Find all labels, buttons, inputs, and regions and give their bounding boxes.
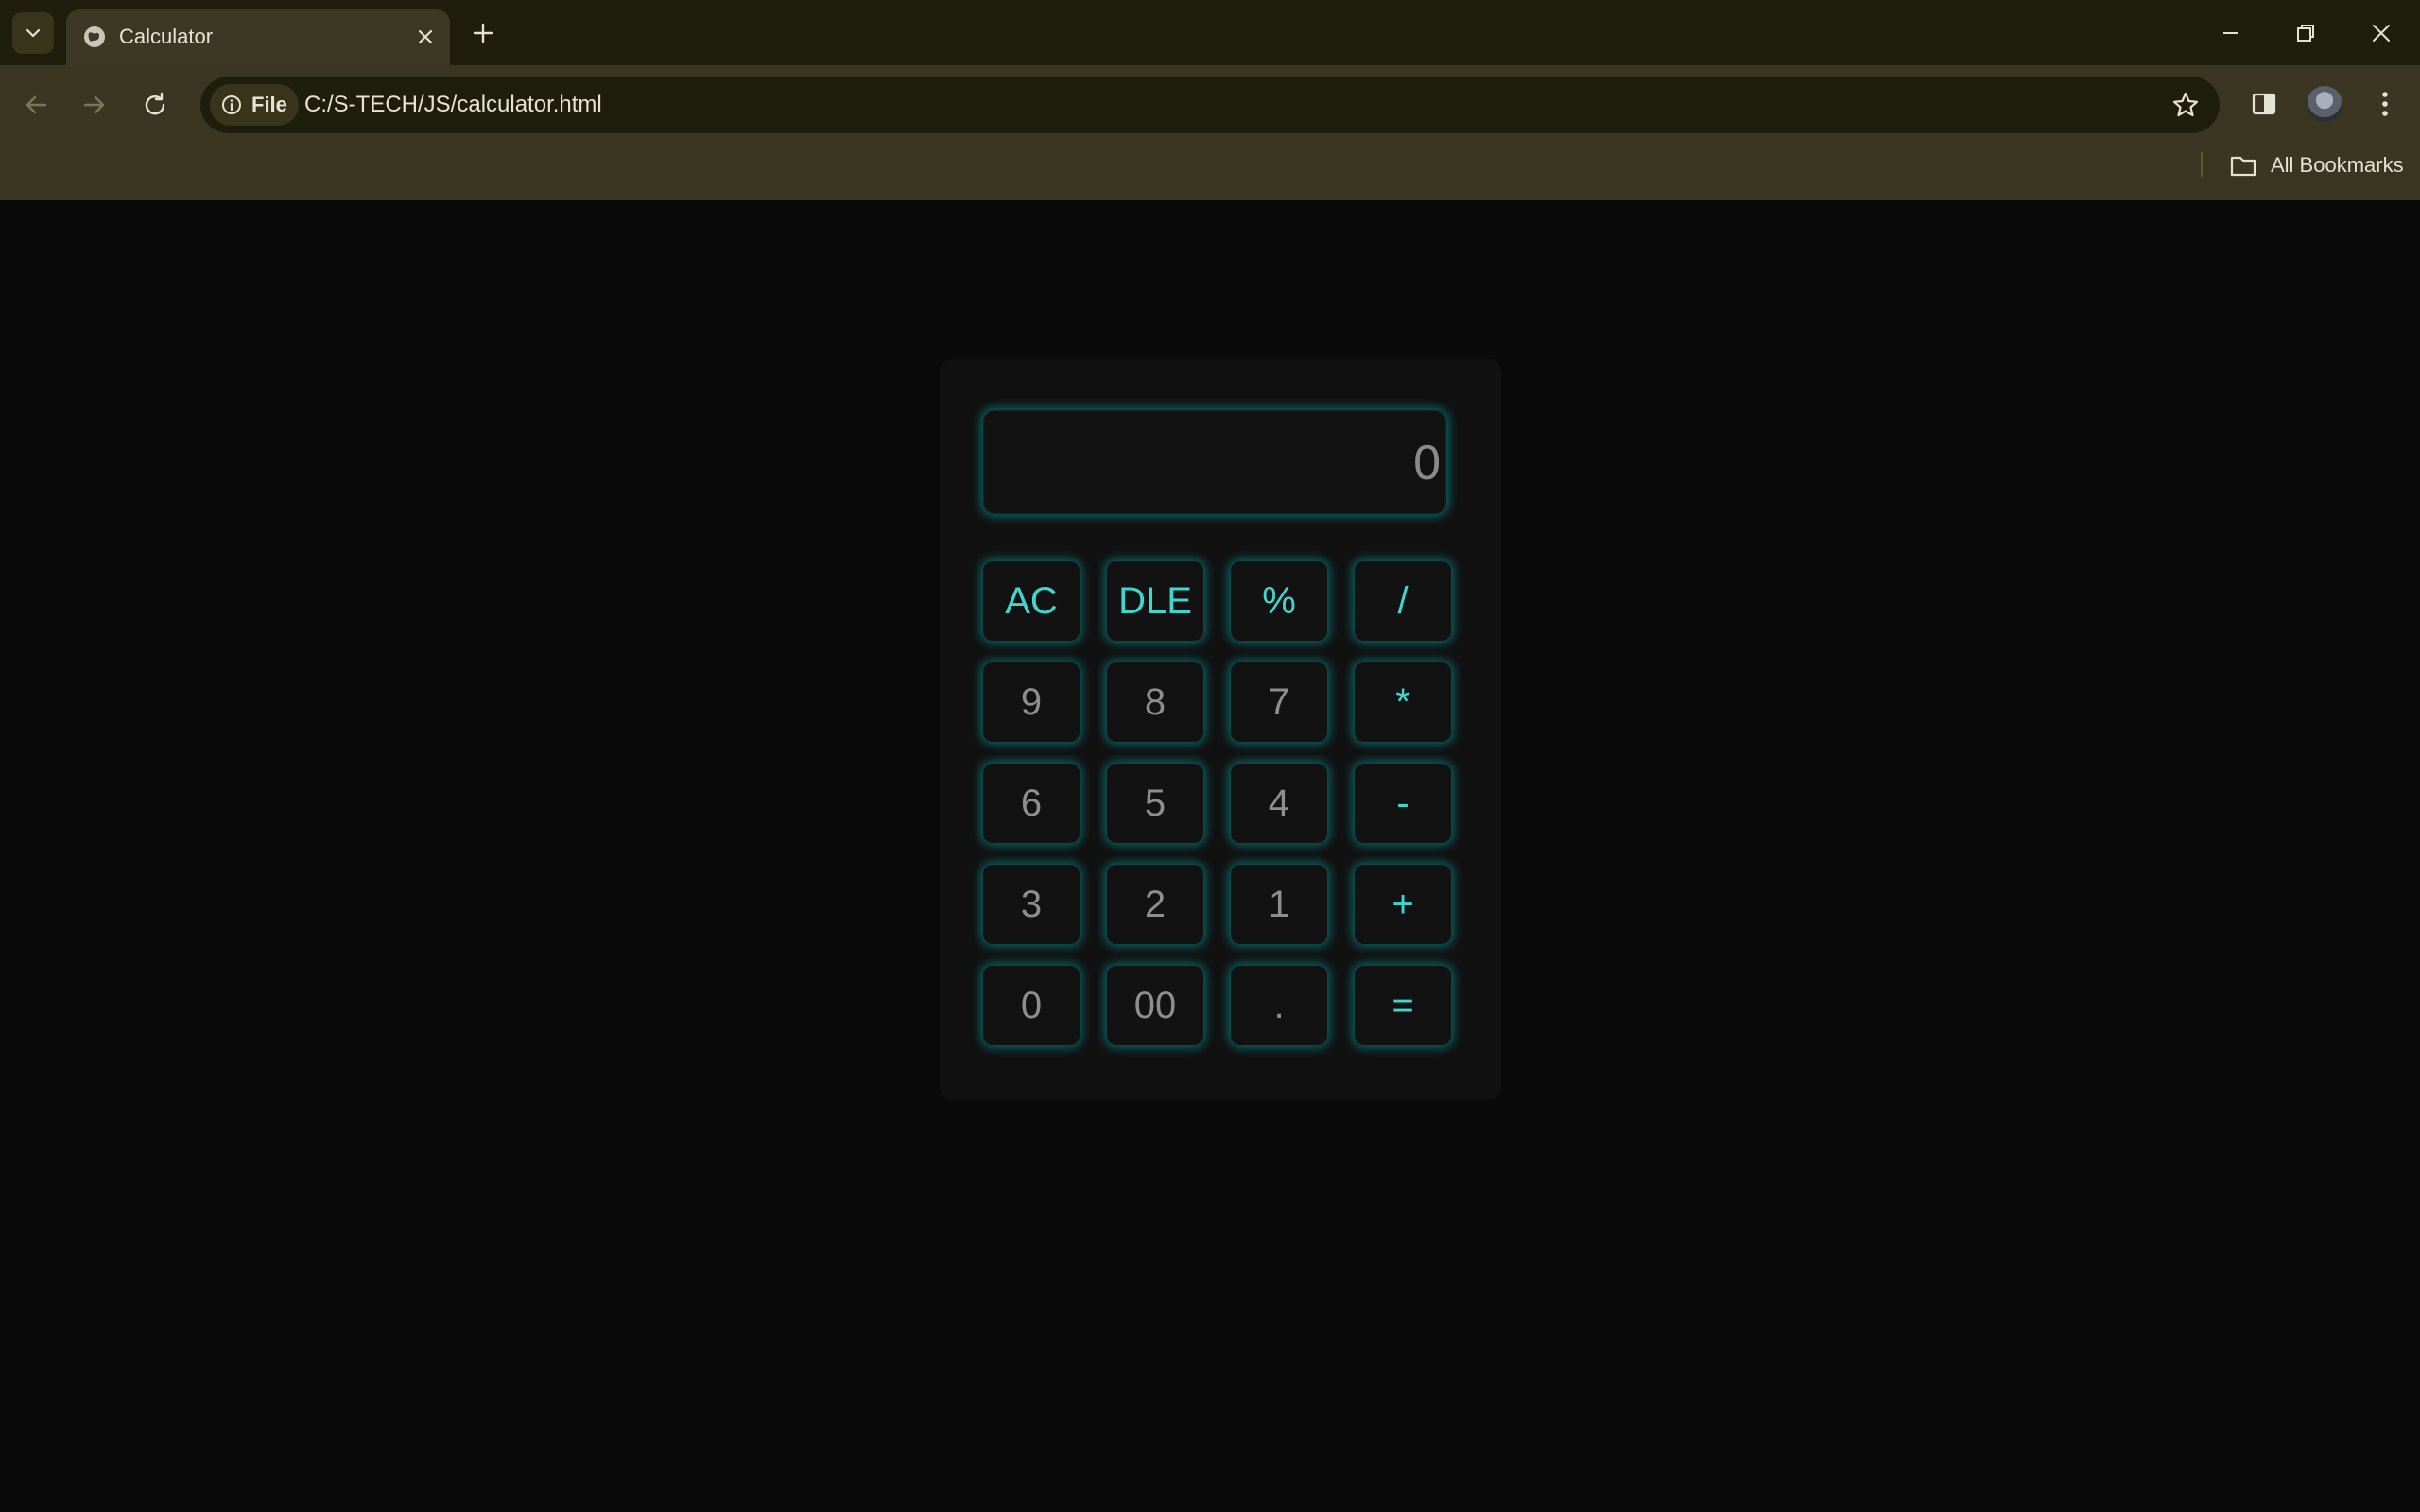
key-equals[interactable]: = [1355, 966, 1451, 1045]
key-9[interactable]: 9 [983, 662, 1080, 742]
globe-icon [84, 26, 105, 47]
forward-arrow-icon[interactable] [78, 88, 112, 122]
key-multiply[interactable]: * [1355, 662, 1451, 742]
new-tab-plus-icon[interactable] [469, 19, 497, 47]
tab-search-button[interactable] [12, 12, 54, 54]
key-4[interactable]: 4 [1231, 764, 1327, 843]
key-percent[interactable]: % [1231, 561, 1327, 641]
key-0[interactable]: 0 [983, 966, 1080, 1045]
key-8[interactable]: 8 [1107, 662, 1203, 742]
close-icon[interactable] [414, 26, 437, 48]
key-divide[interactable]: / [1355, 561, 1451, 641]
all-bookmarks-link[interactable]: All Bookmarks [2271, 151, 2404, 180]
key-6[interactable]: 6 [983, 764, 1080, 843]
restore-icon[interactable] [2290, 17, 2322, 49]
calculator-display: 0 [983, 410, 1446, 514]
key-all-clear[interactable]: AC [983, 561, 1080, 641]
back-arrow-icon[interactable] [19, 88, 53, 122]
key-subtract[interactable]: - [1355, 764, 1451, 843]
bookmarks-divider [2201, 152, 2203, 177]
key-7[interactable]: 7 [1231, 662, 1327, 742]
key-delete[interactable]: DLE [1107, 561, 1203, 641]
address-bar[interactable]: File C:/S-TECH/JS/calculator.html [200, 77, 2220, 133]
key-3[interactable]: 3 [983, 865, 1080, 944]
site-info-chip[interactable]: File [210, 84, 299, 126]
page-viewport: 0 AC DLE % / 9 8 7 * 6 5 4 - 3 2 1 + 0 0… [0, 200, 2420, 1512]
minimize-icon[interactable] [2215, 17, 2247, 49]
browser-toolbar: File C:/S-TECH/JS/calculator.html All Bo… [0, 65, 2420, 200]
url-text[interactable]: C:/S-TECH/JS/calculator.html [304, 90, 602, 120]
calculator: 0 AC DLE % / 9 8 7 * 6 5 4 - 3 2 1 + 0 0… [940, 359, 1501, 1100]
info-icon [222, 95, 241, 114]
key-decimal[interactable]: . [1231, 966, 1327, 1045]
display-value: 0 [1413, 436, 1441, 490]
key-add[interactable]: + [1355, 865, 1451, 944]
window-close-icon[interactable] [2365, 17, 2397, 49]
bookmark-star-icon[interactable] [2170, 90, 2201, 120]
key-double-zero[interactable]: 00 [1107, 966, 1203, 1045]
key-1[interactable]: 1 [1231, 865, 1327, 944]
key-5[interactable]: 5 [1107, 764, 1203, 843]
side-panel-icon[interactable] [2248, 88, 2280, 120]
more-menu-icon[interactable] [2371, 86, 2399, 122]
chevron-down-icon [26, 28, 41, 38]
folder-icon[interactable] [2229, 152, 2257, 179]
key-2[interactable]: 2 [1107, 865, 1203, 944]
keypad: AC DLE % / 9 8 7 * 6 5 4 - 3 2 1 + 0 00 … [983, 561, 1458, 1064]
tab-strip: Calculator [0, 0, 2420, 65]
scheme-label: File [251, 93, 287, 116]
profile-avatar[interactable] [2307, 86, 2342, 122]
tab-calculator[interactable]: Calculator [66, 9, 450, 65]
tab-title: Calculator [119, 25, 214, 48]
reload-icon[interactable] [138, 88, 172, 122]
